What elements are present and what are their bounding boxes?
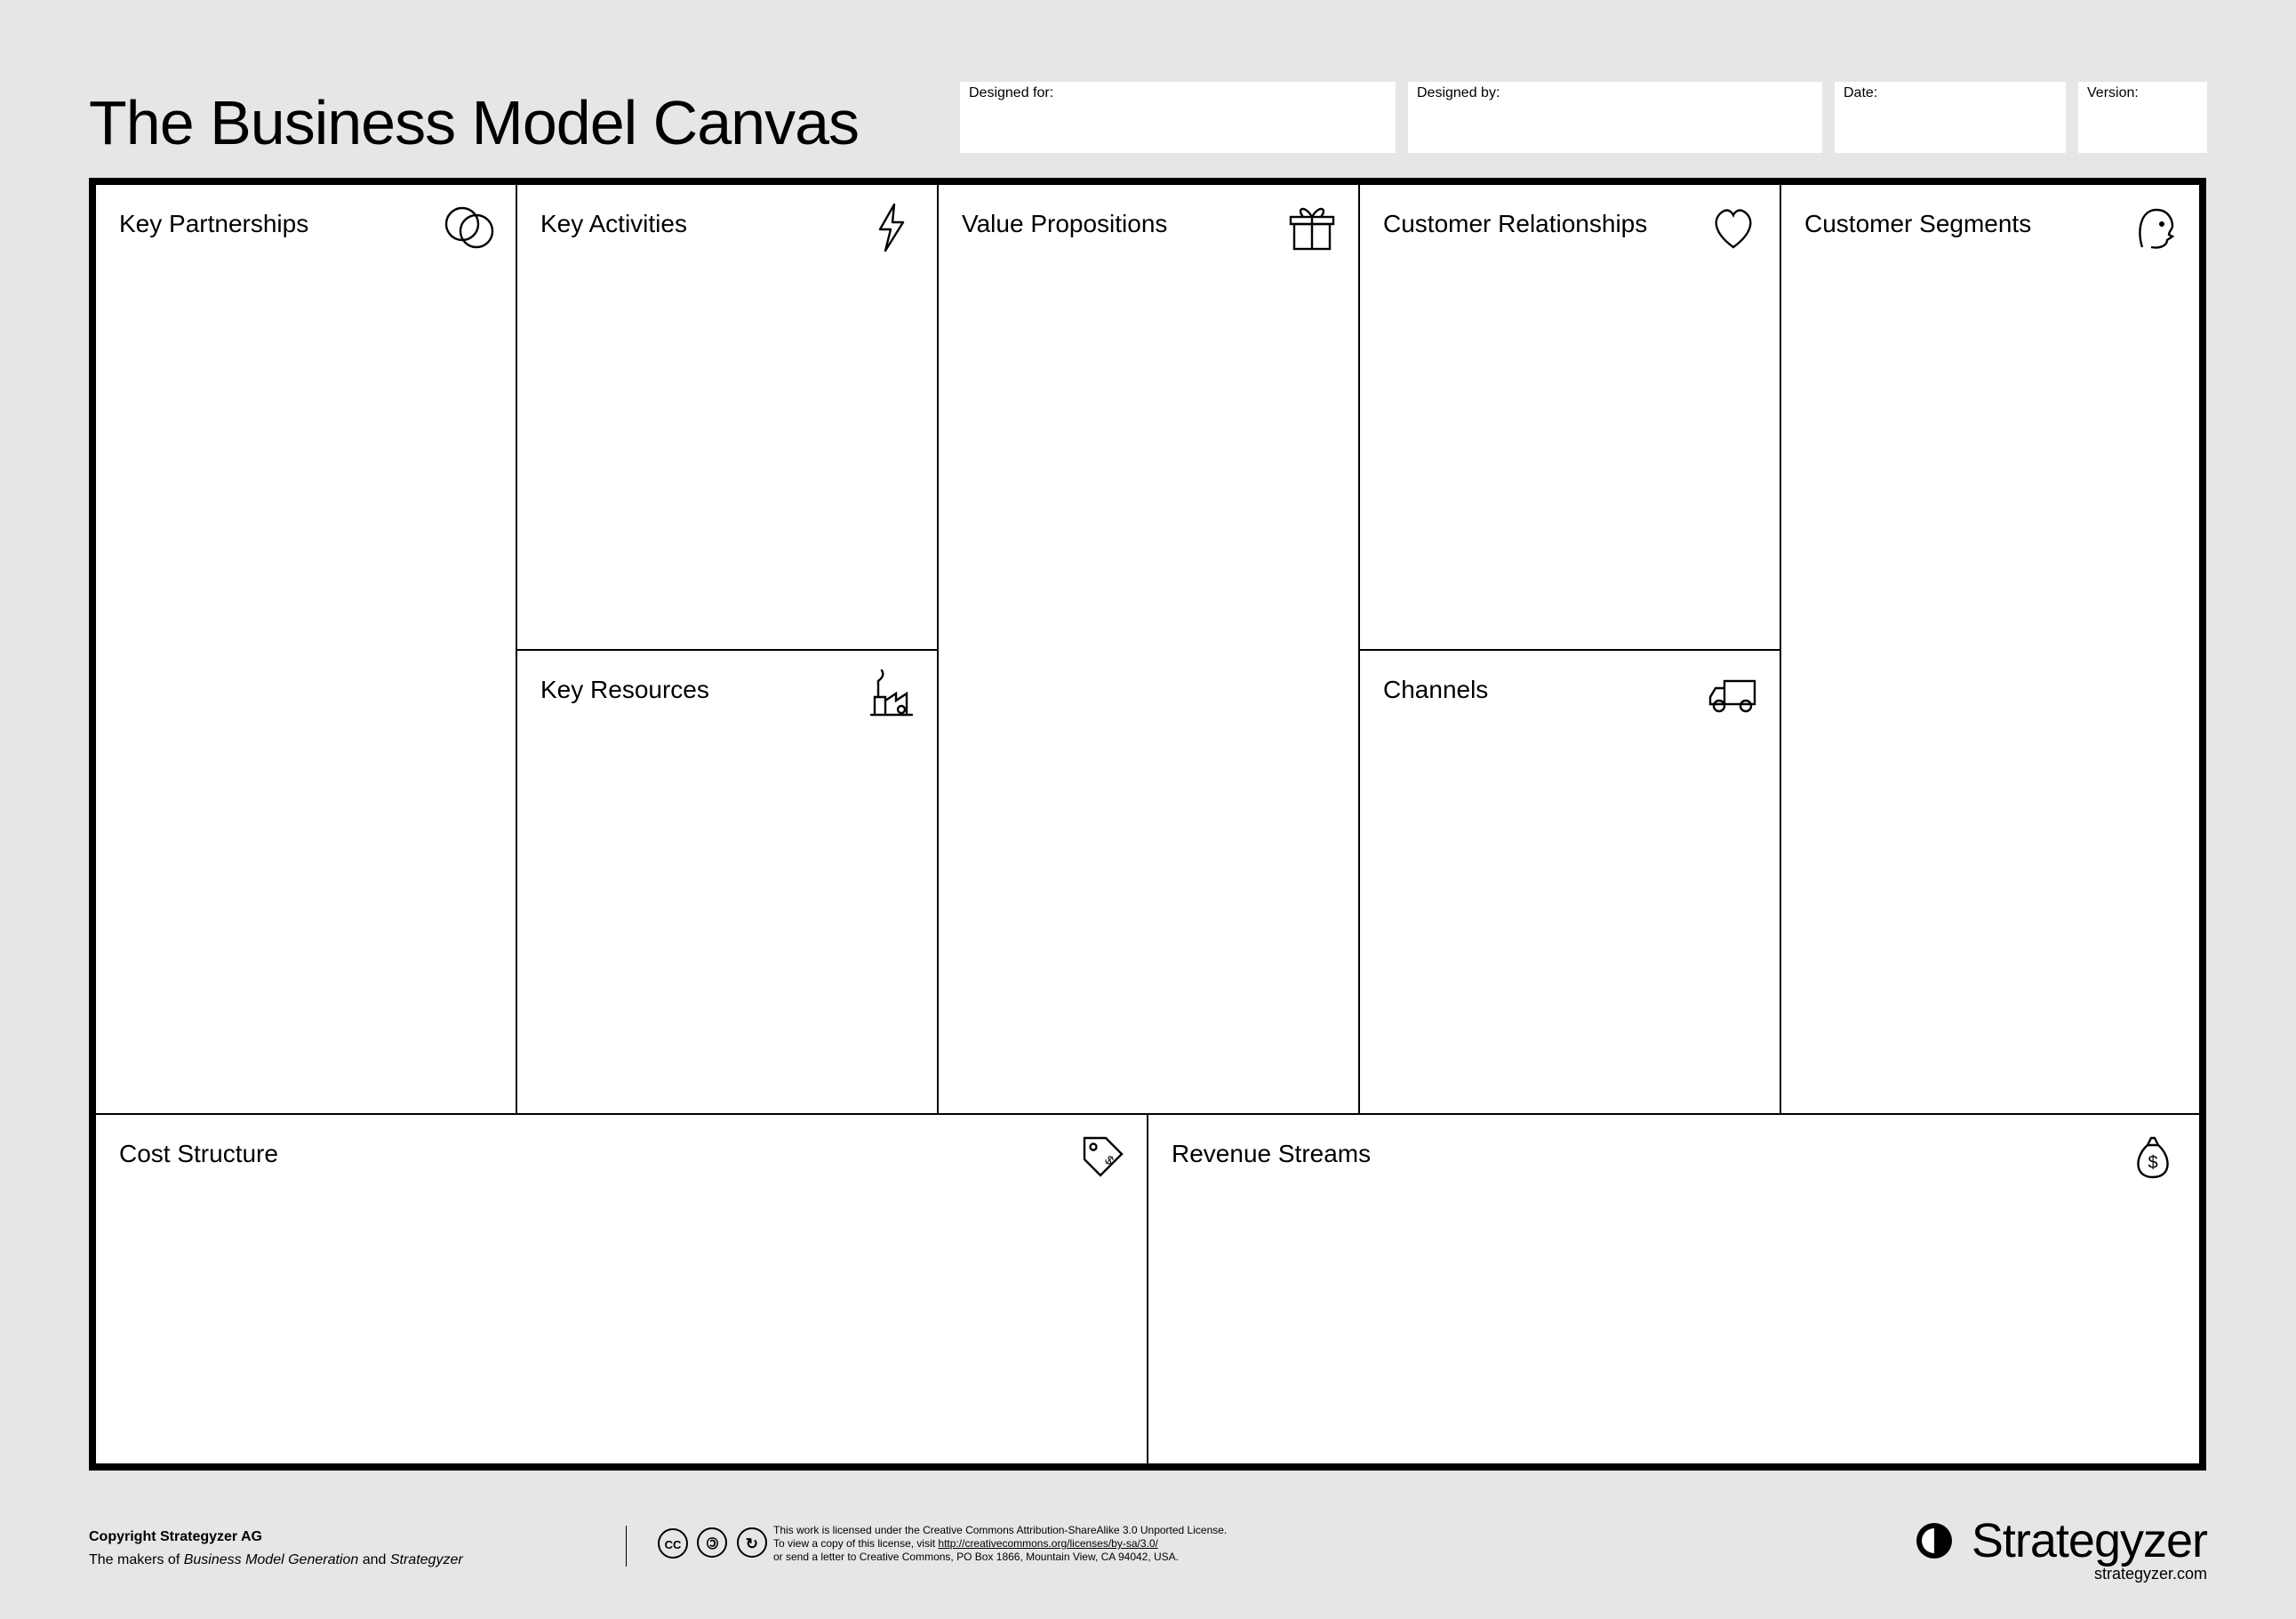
makers-prefix: The makers of bbox=[89, 1552, 184, 1567]
brand: Strategyzer strategyzer.com bbox=[1915, 1513, 2207, 1583]
person-head-icon bbox=[2124, 199, 2181, 256]
cc-icon: CC bbox=[658, 1528, 688, 1559]
cell-customer-segments[interactable]: Customer Segments bbox=[1780, 183, 2201, 1115]
svg-text:$: $ bbox=[2148, 1153, 2157, 1173]
cell-customer-relationships[interactable]: Customer Relationships bbox=[1358, 183, 1781, 651]
page: The Business Model Canvas Designed for: … bbox=[0, 0, 2296, 1619]
brand-logo: Strategyzer bbox=[1915, 1513, 2207, 1568]
cell-title: Key Resources bbox=[540, 676, 709, 704]
factory-icon bbox=[862, 665, 919, 722]
cell-key-activities[interactable]: Key Activities bbox=[516, 183, 939, 651]
link-rings-icon bbox=[441, 199, 498, 256]
divider bbox=[626, 1526, 627, 1567]
makers-em2: Strategyzer bbox=[390, 1552, 463, 1567]
lightning-icon bbox=[862, 199, 919, 256]
cell-title: Revenue Streams bbox=[1172, 1140, 1371, 1168]
cell-value-propositions[interactable]: Value Propositions bbox=[937, 183, 1360, 1115]
makers-mid: and bbox=[358, 1552, 390, 1567]
cc-by-icon: 🄯 bbox=[697, 1527, 727, 1558]
license-line1: This work is licensed under the Creative… bbox=[773, 1524, 1227, 1536]
version-field[interactable]: Version: bbox=[2078, 82, 2207, 153]
cell-title: Key Partnerships bbox=[119, 210, 308, 238]
cell-title: Cost Structure bbox=[119, 1140, 278, 1168]
price-tag-icon: $ bbox=[1072, 1129, 1129, 1186]
brand-mark-icon bbox=[1915, 1514, 1966, 1567]
makers-em1: Business Model Generation bbox=[184, 1552, 359, 1567]
brand-name: Strategyzer bbox=[1972, 1514, 2207, 1567]
version-label: Version: bbox=[2087, 85, 2139, 101]
cell-channels[interactable]: Channels bbox=[1358, 649, 1781, 1115]
date-label: Date: bbox=[1844, 85, 1877, 101]
designed-by-label: Designed by: bbox=[1417, 85, 1500, 101]
cc-sa-icon: ↻ bbox=[737, 1527, 767, 1558]
designed-for-field[interactable]: Designed for: bbox=[960, 82, 1396, 153]
heart-icon bbox=[1705, 199, 1762, 256]
cell-cost-structure[interactable]: Cost Structure $ bbox=[94, 1113, 1148, 1465]
license-text: This work is licensed under the Creative… bbox=[773, 1524, 1227, 1564]
cell-title: Key Activities bbox=[540, 210, 687, 238]
cell-title: Customer Segments bbox=[1804, 210, 2031, 238]
license-line3: or send a letter to Creative Commons, PO… bbox=[773, 1551, 1179, 1563]
money-bag-icon: $ bbox=[2124, 1129, 2181, 1186]
license-link[interactable]: http://creativecommons.org/licenses/by-s… bbox=[938, 1537, 1157, 1550]
cell-key-resources[interactable]: Key Resources bbox=[516, 649, 939, 1115]
cell-title: Value Propositions bbox=[962, 210, 1167, 238]
designed-by-field[interactable]: Designed by: bbox=[1408, 82, 1822, 153]
license-line2a: To view a copy of this license, visit bbox=[773, 1537, 938, 1550]
cell-title: Customer Relationships bbox=[1383, 210, 1647, 238]
truck-icon bbox=[1705, 665, 1762, 722]
gift-icon bbox=[1284, 199, 1340, 256]
page-title: The Business Model Canvas bbox=[89, 87, 859, 158]
footer: Copyright Strategyzer AG The makers of B… bbox=[89, 1529, 2207, 1568]
designed-for-label: Designed for: bbox=[969, 85, 1053, 101]
cell-revenue-streams[interactable]: Revenue Streams $ bbox=[1147, 1113, 2201, 1465]
canvas: Key Partnerships Key Activities Key Reso… bbox=[89, 178, 2206, 1471]
cell-key-partnerships[interactable]: Key Partnerships bbox=[94, 183, 517, 1115]
cell-title: Channels bbox=[1383, 676, 1488, 704]
date-field[interactable]: Date: bbox=[1835, 82, 2066, 153]
cc-badges: CC 🄯 ↻ bbox=[658, 1527, 772, 1559]
